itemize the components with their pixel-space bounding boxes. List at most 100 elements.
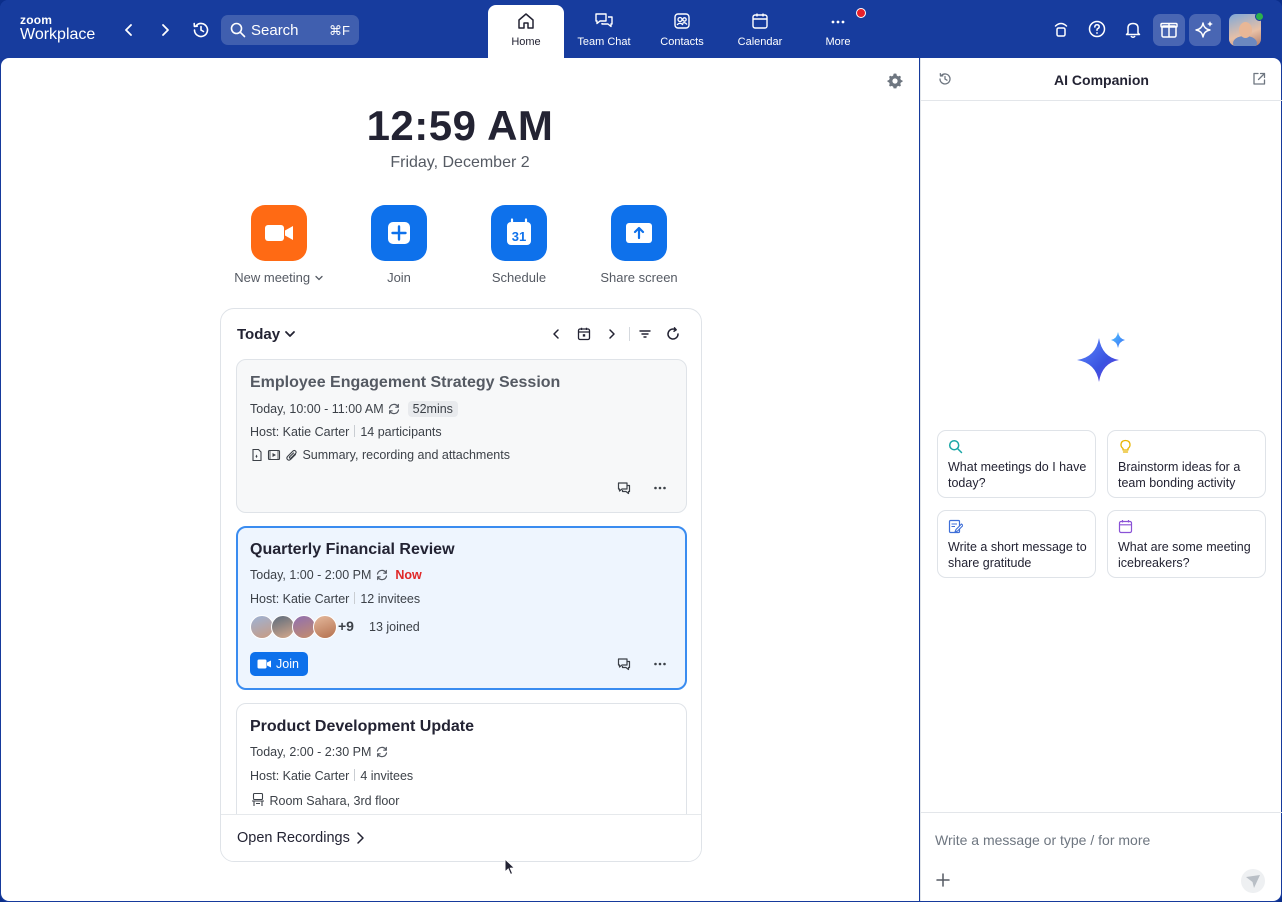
wireless-share-icon[interactable] [1049,17,1073,41]
plus-icon[interactable] [935,872,951,888]
tab-more[interactable]: More [800,5,876,58]
schedule-button[interactable]: 31 [491,205,547,261]
suggestion-text: What are some meeting icebreakers? [1118,540,1251,570]
current-date: Friday, December 2 [390,154,530,171]
help-icon[interactable] [1085,17,1109,41]
calendar-picker-icon[interactable] [576,326,592,342]
chevron-right-icon [357,832,364,844]
refresh-icon[interactable] [665,326,681,342]
divider [354,425,356,437]
meeting-time: Today, 1:00 - 2:00 PM [250,568,372,582]
logo-zoom-text: zoom [20,13,53,27]
plus-icon [388,222,410,244]
mouse-cursor-icon [504,858,516,876]
divider [354,769,356,781]
meeting-host: Host: Katie Carter [250,592,350,606]
meeting-chat-icon[interactable] [615,479,633,497]
calendar-day-number: 31 [512,229,526,244]
current-time: 12:59 AM [366,102,554,149]
meetings-list[interactable]: Employee Engagement Strategy Session Tod… [221,359,701,814]
home-main: 12:59 AM Friday, December 2 New meeting … [1,58,919,901]
participant-avatar [313,615,337,639]
meeting-card-current[interactable]: Quarterly Financial Review Today, 1:00 -… [236,526,687,690]
new-meeting-action[interactable]: New meeting [229,205,329,285]
ai-sparkle-icon [1077,332,1125,382]
home-icon [518,13,534,29]
search-icon [948,439,963,454]
gift-icon [1160,22,1178,38]
schedule-label: Schedule [491,270,547,285]
join-button[interactable] [371,205,427,261]
period-label: Today [237,326,281,343]
search-bar[interactable]: Search ⌘F [221,15,359,45]
meeting-room-row: Room Sahara, 3rd floor [250,792,399,808]
search-shortcut: ⌘F [329,23,350,38]
open-recordings-label: Open Recordings [237,830,350,846]
more-icon [831,20,845,24]
history-button[interactable] [190,19,212,41]
meeting-time-row: Today, 1:00 - 2:00 PM Now [250,568,422,582]
send-button[interactable] [1241,869,1265,893]
open-recordings-link[interactable]: Open Recordings [221,814,701,861]
meeting-assets-row[interactable]: Summary, recording and attachments [250,448,510,462]
meeting-participants: 14 participants [360,425,442,439]
compose-icon [948,519,963,534]
sparkle-icon [1195,21,1213,38]
suggestion-gratitude[interactable]: Write a short message to share gratitude [937,510,1096,578]
filter-icon[interactable] [637,326,653,342]
meeting-invitees: 4 invitees [360,769,414,783]
ai-composer [921,812,1282,901]
suggestion-meetings-today[interactable]: What meetings do I have today? [937,430,1096,498]
now-badge: Now [395,568,422,582]
tab-team-chat[interactable]: Team Chat [566,5,642,58]
meeting-chat-icon[interactable] [615,655,633,673]
meeting-card-past[interactable]: Employee Engagement Strategy Session Tod… [236,359,687,513]
room-icon [252,792,264,806]
meetings-card: Today Employee Engagement Strategy Sessi… [220,308,702,862]
schedule-action[interactable]: 31 Schedule [469,205,569,285]
search-label: Search [251,22,299,39]
meeting-time: Today, 10:00 - 11:00 AM [250,402,384,416]
new-meeting-button[interactable] [251,205,307,261]
ai-panel-header: AI Companion [921,58,1282,101]
share-screen-action[interactable]: Share screen [589,205,689,285]
meeting-card-upcoming[interactable]: Product Development Update Today, 2:00 -… [236,703,687,814]
join-action[interactable]: Join [349,205,449,285]
bell-icon[interactable] [1121,17,1145,41]
suggestion-icebreakers[interactable]: What are some meeting icebreakers? [1107,510,1266,578]
tab-home-label: Home [511,36,541,48]
tab-team-chat-label: Team Chat [577,36,631,48]
gift-button[interactable] [1153,14,1185,46]
meeting-assets-label: Summary, recording and attachments [302,448,510,462]
meetings-card-header: Today [221,309,701,359]
joined-count: 13 joined [369,620,420,634]
ai-panel-title: AI Companion [1054,72,1149,88]
share-screen-button[interactable] [611,205,667,261]
gear-icon[interactable] [886,72,904,90]
suggestion-text: What meetings do I have today? [948,460,1087,490]
zoom-workplace-window: zoom Workplace Search ⌘F Home Team Chat [0,0,1282,902]
chevron-right-icon[interactable] [604,326,620,342]
chevron-left-icon [125,24,132,36]
tab-contacts[interactable]: Contacts [644,5,720,58]
period-dropdown[interactable]: Today [237,326,296,343]
tab-home[interactable]: Home [488,5,564,58]
more-participants-count: +9 [338,618,354,634]
forward-button[interactable] [154,19,176,41]
top-bar: zoom Workplace Search ⌘F Home Team Chat [0,0,1282,58]
more-options-icon[interactable] [651,655,669,673]
video-camera-icon [265,225,293,241]
join-meeting-button[interactable]: Join [250,652,308,676]
ai-companion-button[interactable] [1189,14,1221,46]
back-button[interactable] [118,19,140,41]
message-input[interactable] [935,829,1265,851]
meeting-host-row: Host: Katie Carter 4 invitees [250,769,413,783]
meeting-title: Employee Engagement Strategy Session [250,374,561,391]
tab-calendar[interactable]: Calendar [722,5,798,58]
chevron-down-icon[interactable] [314,274,324,282]
suggestion-brainstorm[interactable]: Brainstorm ideas for a team bonding acti… [1107,430,1266,498]
more-options-icon[interactable] [651,479,669,497]
chevron-left-icon[interactable] [548,326,564,342]
pop-out-icon[interactable] [1251,71,1267,87]
chevron-right-icon [162,24,169,36]
